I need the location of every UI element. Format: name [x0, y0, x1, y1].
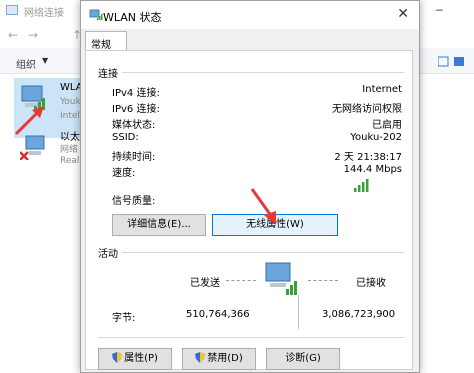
adapter-ethernet-name: 以太: [60, 132, 80, 143]
activity-heading: 活动: [98, 249, 118, 260]
properties-button-label: 属性(P): [124, 353, 158, 364]
adapter-ethernet-line2: Real: [60, 156, 80, 166]
dialog-titlebar: WLAN 状态 ✕: [81, 1, 419, 29]
signal-quality-label: 信号质量:: [112, 196, 156, 207]
wlan-status-dialog: WLAN 状态 ✕ 常规 连接 IPv4 连接: Internet IPv6 连…: [80, 0, 420, 373]
adapter-ethernet-line1: 网络: [60, 145, 79, 155]
shield-icon: [112, 352, 123, 363]
duration-value: 2 天 21:38:17: [334, 152, 402, 163]
row-ipv6: IPv6 连接: 无网络访问权限: [112, 100, 402, 115]
activity-separator: [298, 295, 299, 329]
speed-label: 速度:: [112, 168, 136, 179]
ethernet-adapter-icon: [20, 135, 45, 160]
close-icon[interactable]: ✕: [397, 6, 409, 22]
red-arrow-icon: [250, 188, 276, 225]
ipv6-label: IPv6 连接:: [112, 104, 160, 115]
row-duration: 持续时间: 2 天 21:38:17: [112, 148, 402, 163]
details-button[interactable]: 详细信息(E)...: [112, 214, 206, 236]
disable-button-label: 禁用(D): [207, 353, 243, 364]
row-ssid: SSID: Youku-202: [112, 132, 402, 146]
row-ipv4: IPv4 连接: Internet: [112, 84, 402, 99]
back-icon[interactable]: ←: [8, 28, 18, 42]
ipv6-value: 无网络访问权限: [332, 104, 402, 115]
sent-dash: [226, 280, 256, 281]
network-activity-icon: [265, 262, 297, 295]
properties-button[interactable]: 属性(P): [98, 348, 172, 370]
media-state-label: 媒体状态:: [112, 120, 156, 131]
received-dash: [308, 280, 338, 281]
ssid-value: Youku-202: [350, 132, 402, 143]
received-bytes: 3,086,723,900: [322, 309, 396, 320]
adapter-ethernet[interactable]: 以太 网络 Real: [14, 126, 80, 178]
organize-button[interactable]: 组织: [16, 56, 36, 71]
network-folder-icon: [6, 5, 18, 15]
view-icons[interactable]: [438, 56, 466, 68]
dialog-title: WLAN 状态: [103, 11, 162, 24]
wlan-title-icon: [89, 9, 103, 20]
row-speed: 速度: 144.4 Mbps: [112, 164, 402, 179]
connection-divider: [122, 72, 404, 73]
bottom-divider: [98, 337, 404, 338]
received-label: 已接收: [356, 278, 386, 289]
tab-general[interactable]: 常规: [85, 31, 127, 51]
minimize-icon[interactable]: ─: [436, 4, 443, 17]
ipv4-label: IPv4 连接:: [112, 88, 160, 99]
disable-button[interactable]: 禁用(D): [182, 348, 256, 370]
sent-label: 已发送: [190, 278, 220, 289]
row-media-state: 媒体状态: 已启用: [112, 116, 402, 131]
sent-bytes: 510,764,366: [186, 309, 250, 320]
organize-caret-icon[interactable]: ▼: [42, 56, 48, 65]
general-panel: 连接 IPv4 连接: Internet IPv6 连接: 无网络访问权限 媒体…: [85, 50, 413, 370]
shield-icon: [195, 352, 206, 363]
speed-value: 144.4 Mbps: [343, 164, 402, 175]
signal-bars-icon: [354, 179, 369, 192]
diagnose-button[interactable]: 诊断(G): [266, 348, 340, 370]
activity-divider: [122, 252, 404, 253]
ipv4-value: Internet: [362, 84, 402, 95]
bg-window-title: 网络连接: [24, 8, 64, 19]
bg-nav: ← → ↑: [0, 22, 82, 46]
connection-heading: 连接: [98, 69, 118, 80]
duration-label: 持续时间:: [112, 152, 156, 163]
forward-icon[interactable]: →: [28, 28, 38, 42]
adapter-wlan-line2: Intel: [60, 111, 80, 121]
ssid-label: SSID:: [112, 132, 139, 143]
media-state-value: 已启用: [372, 120, 402, 131]
bytes-label: 字节:: [112, 313, 136, 324]
